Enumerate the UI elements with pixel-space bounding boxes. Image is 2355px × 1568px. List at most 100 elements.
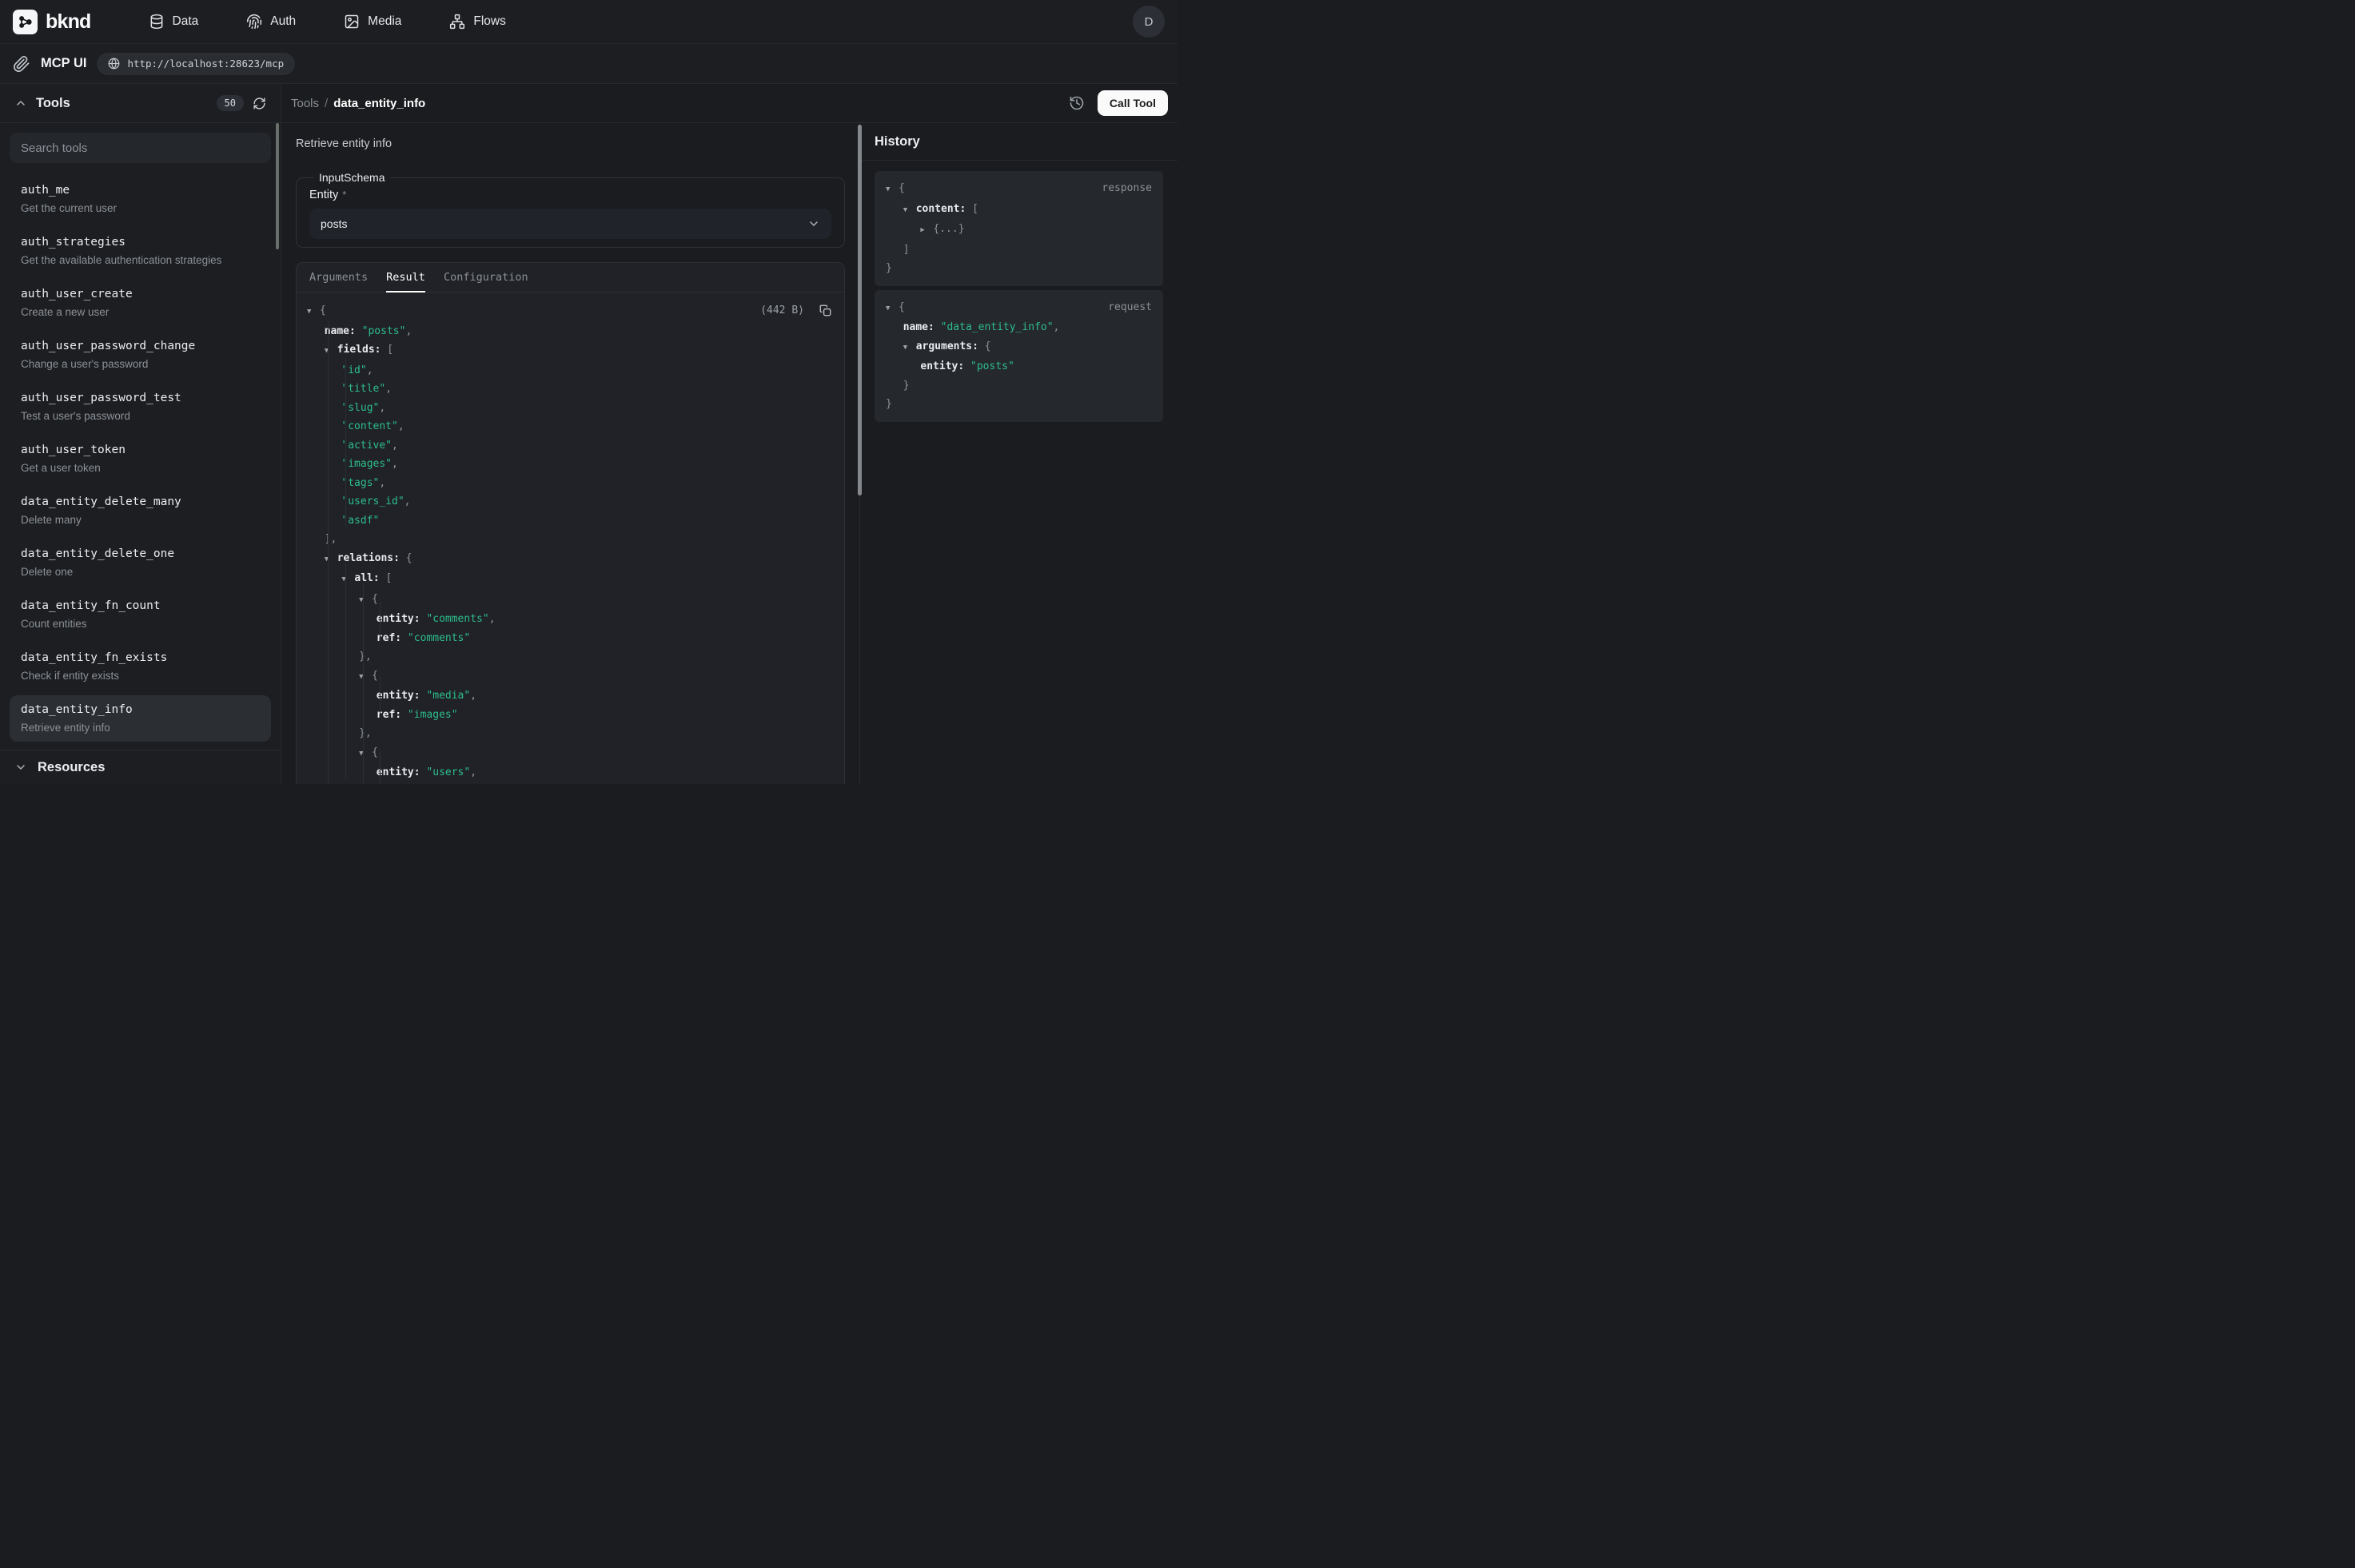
tool-name: auth_user_password_test — [21, 390, 260, 407]
server-url: http://localhost:28623/mcp — [127, 58, 284, 70]
json-string: "posts" — [356, 325, 406, 337]
tab-arguments[interactable]: Arguments — [309, 263, 368, 292]
entity-select[interactable]: posts — [309, 209, 831, 239]
result-size-label: (442 B) — [760, 301, 804, 320]
tool-description: Get the current user — [21, 201, 260, 216]
collapse-triangle-icon[interactable]: ▼ — [359, 591, 372, 611]
call-tool-button[interactable]: Call Tool — [1098, 90, 1168, 116]
json-line: entity: "media", — [307, 686, 831, 706]
collapse-triangle-icon[interactable]: ▼ — [341, 571, 354, 590]
json-line: ▼fields: [ — [307, 340, 831, 361]
nav-item-data[interactable]: Data — [149, 14, 199, 30]
tool-name: auth_me — [21, 182, 260, 199]
json-punct: { — [372, 593, 378, 605]
json-line: "images", — [307, 455, 831, 474]
json-punct: { — [372, 670, 378, 682]
tool-list-item[interactable]: data_entity_delete_one Delete one — [10, 539, 271, 586]
json-punct: { — [400, 552, 412, 564]
bknd-logo-icon — [13, 10, 38, 34]
database-icon — [149, 14, 165, 30]
server-url-pill[interactable]: http://localhost:28623/mcp — [97, 53, 295, 75]
indent-guide — [328, 320, 329, 785]
json-line: } — [886, 395, 1152, 414]
tool-list-item[interactable]: auth_user_password_changeChange a user's… — [10, 332, 271, 378]
tools-list: Search tools auth_me Get the current user… — [0, 123, 281, 750]
json-key: entity: — [377, 690, 420, 702]
content-region: Tools/data_entity_info Call Tool Retriev… — [281, 84, 1178, 784]
copy-button[interactable] — [819, 304, 831, 316]
json-line: entity: "users", — [307, 763, 831, 782]
tool-list-item[interactable]: auth_user_createCreate a new user — [10, 280, 271, 326]
breadcrumb-root[interactable]: Tools — [291, 97, 319, 110]
nav-item-media[interactable]: Media — [344, 14, 401, 30]
tool-list-item[interactable]: auth_strategiesGet the available authent… — [10, 228, 271, 274]
top-nav: bknd Data Auth Media Flows D — [0, 0, 1178, 44]
json-punct: , — [470, 690, 476, 702]
refresh-icon[interactable] — [253, 97, 266, 110]
tool-description: Delete one — [21, 565, 260, 579]
tools-section-header[interactable]: Tools 50 — [0, 84, 281, 123]
tool-description: Change a user's password — [21, 357, 260, 372]
entity-select-value: posts — [321, 217, 347, 230]
tab-configuration[interactable]: Configuration — [444, 263, 528, 292]
resources-section-header[interactable]: Resources — [0, 750, 281, 784]
tool-name: data_entity_delete_one — [21, 546, 260, 563]
tool-description: Count entities — [21, 617, 260, 631]
tool-list-item[interactable]: auth_me Get the current user — [10, 176, 271, 222]
result-panel: ArgumentsResultConfiguration ▼{(442 B)na… — [296, 262, 845, 784]
history-entry-response[interactable]: response▼{▼content: [▶{...}]} — [875, 171, 1163, 286]
input-schema-fieldset: InputSchema Entity* posts — [296, 171, 845, 248]
indent-guide — [380, 677, 381, 714]
collapse-triangle-icon[interactable]: ▼ — [325, 342, 337, 361]
collapse-triangle-icon[interactable]: ▼ — [359, 668, 372, 687]
json-line: ▼relations: { — [307, 549, 831, 570]
tool-list-item[interactable]: auth_user_tokenGet a user token — [10, 436, 271, 482]
json-punct: , — [392, 440, 398, 452]
collapse-triangle-icon[interactable]: ▼ — [886, 300, 899, 319]
breadcrumb: Tools/data_entity_info — [291, 97, 425, 110]
json-punct: { — [899, 182, 905, 194]
collapse-triangle-icon[interactable]: ▼ — [359, 745, 372, 764]
tool-list-item[interactable]: data_entity_delete_manyDelete many — [10, 488, 271, 534]
nav-item-auth[interactable]: Auth — [246, 14, 296, 30]
collapse-triangle-icon[interactable]: ▼ — [325, 551, 337, 570]
history-entry-request[interactable]: request▼{name: "data_entity_info",▼argum… — [875, 290, 1163, 422]
tool-list-item[interactable]: data_entity_fn_countCount entities — [10, 591, 271, 638]
fingerprint-icon — [246, 14, 262, 30]
json-punct: , — [1054, 321, 1060, 333]
json-key: relations: — [337, 552, 400, 564]
collapse-triangle-icon[interactable]: ▼ — [886, 181, 899, 200]
json-string: "comments" — [401, 632, 470, 644]
tab-result[interactable]: Result — [386, 263, 425, 292]
main-scrollbar[interactable] — [858, 125, 862, 495]
json-line: ▼arguments: { — [886, 337, 1152, 358]
tool-description: Delete many — [21, 513, 260, 527]
collapse-triangle-icon[interactable]: ▼ — [307, 303, 320, 322]
sidebar-scrollbar[interactable] — [276, 123, 279, 249]
user-avatar[interactable]: D — [1133, 6, 1165, 38]
json-line: ref: "images" — [307, 706, 831, 725]
network-icon — [449, 14, 465, 30]
json-string: "images" — [341, 458, 392, 470]
json-string: "active" — [341, 440, 392, 452]
tool-list-item[interactable]: auth_user_password_testTest a user's pas… — [10, 384, 271, 430]
tool-list-item[interactable]: data_entity_fn_existsCheck if entity exi… — [10, 643, 271, 690]
search-input[interactable]: Search tools — [10, 133, 271, 163]
json-line: "slug", — [307, 399, 831, 418]
json-string: "content" — [341, 420, 397, 432]
history-toggle-button[interactable] — [1069, 95, 1085, 111]
header-actions: Call Tool — [1069, 90, 1168, 116]
collapse-triangle-icon[interactable]: ▼ — [903, 201, 916, 221]
brand[interactable]: bknd — [13, 10, 91, 34]
primary-nav: Data Auth Media Flows — [149, 14, 506, 30]
json-line: }, — [307, 647, 831, 667]
collapse-triangle-icon[interactable]: ▼ — [903, 339, 916, 358]
json-line: "users_id", — [307, 492, 831, 511]
indent-guide — [363, 583, 364, 783]
nav-item-flows[interactable]: Flows — [449, 14, 505, 30]
result-json-tree: ▼{(442 B)name: "posts",▼fields: ["id","t… — [297, 293, 844, 784]
json-punct: {...} — [933, 223, 964, 235]
expand-triangle-icon[interactable]: ▶ — [920, 221, 933, 241]
json-line: ▼{ — [886, 298, 1152, 319]
tool-list-item[interactable]: data_entity_infoRetrieve entity info — [10, 695, 271, 742]
